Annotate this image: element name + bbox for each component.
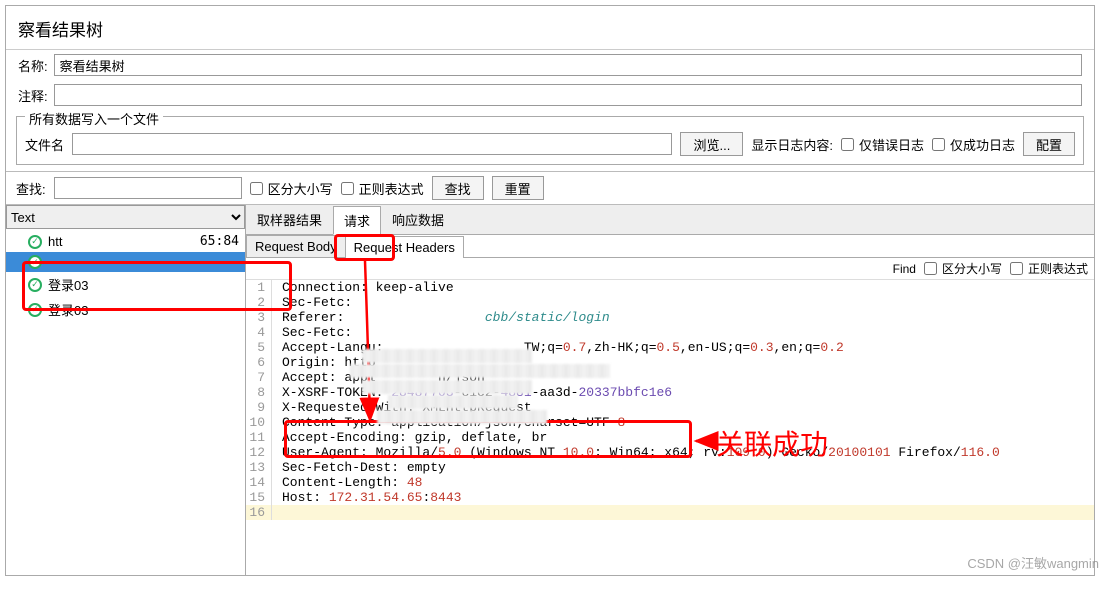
find-bar: Find 区分大小写 正则表达式 xyxy=(246,258,1094,280)
browse-button[interactable]: 浏览... xyxy=(680,132,743,156)
find-label: Find xyxy=(893,262,916,276)
search-case-checkbox[interactable]: 区分大小写 xyxy=(250,179,333,198)
subtab-request-body[interactable]: Request Body xyxy=(246,235,346,257)
header-line: 8X-XSRF-TOKEN: 28487703-c1c2-4881-aa3d-2… xyxy=(246,385,1094,400)
comment-label: 注释: xyxy=(18,86,48,105)
renderer-select[interactable]: Text xyxy=(6,205,245,229)
subtab-request-headers[interactable]: Request Headers xyxy=(345,236,464,258)
panel-title: 察看结果树 xyxy=(6,6,1094,50)
name-input[interactable] xyxy=(54,54,1082,76)
header-line: 12User-Agent: Mozilla/5.0 (Windows NT 10… xyxy=(246,445,1094,460)
header-line: 16 xyxy=(246,505,1094,520)
search-bar: 查找: 区分大小写 正则表达式 查找 重置 xyxy=(6,171,1094,205)
success-icon: ✓ xyxy=(28,235,42,249)
header-line: 4Sec-Fetc: xyxy=(246,325,1094,340)
fieldset-legend: 所有数据写入一个文件 xyxy=(25,112,163,127)
find-case-checkbox[interactable]: 区分大小写 xyxy=(924,260,1002,277)
search-input[interactable] xyxy=(54,177,242,199)
success-only-checkbox[interactable]: 仅成功日志 xyxy=(932,135,1015,154)
comment-input[interactable] xyxy=(54,84,1082,106)
reset-button[interactable]: 重置 xyxy=(492,176,544,200)
tab-sampler[interactable]: 取样器结果 xyxy=(246,205,333,234)
find-regex-checkbox[interactable]: 正则表达式 xyxy=(1010,260,1088,277)
sub-tabs: Request BodyRequest Headers xyxy=(246,235,1094,258)
header-line: 6Origin: http xyxy=(246,355,1094,370)
header-line: 14Content-Length: 48 xyxy=(246,475,1094,490)
header-line: 5Accept-Langu: TW;q=0.7,zh-HK;q=0.5,en-U… xyxy=(246,340,1094,355)
search-regex-checkbox[interactable]: 正则表达式 xyxy=(341,179,424,198)
tree-item[interactable]: ✓htt65:84 xyxy=(6,231,245,252)
configure-button[interactable]: 配置 xyxy=(1023,132,1075,156)
request-headers-view[interactable]: 1Connection: keep-alive2Sec-Fetc: 3Refer… xyxy=(246,280,1094,575)
success-icon: ✓ xyxy=(28,278,42,292)
header-line: 11Accept-Encoding: gzip, deflate, br xyxy=(246,430,1094,445)
header-line: 10Content-Type: application/json;charset… xyxy=(246,415,1094,430)
showlog-label: 显示日志内容: xyxy=(751,135,833,154)
main-tabs: 取样器结果请求响应数据 xyxy=(246,205,1094,235)
search-button[interactable]: 查找 xyxy=(432,176,484,200)
tree-item[interactable]: ✓ 登录03 xyxy=(6,297,245,322)
write-results-fieldset: 所有数据写入一个文件 文件名 浏览... 显示日志内容: 仅错误日志 仅成功日志… xyxy=(16,116,1084,165)
header-line: 1Connection: keep-alive xyxy=(246,280,1094,295)
header-line: 13Sec-Fetch-Dest: empty xyxy=(246,460,1094,475)
success-icon: ✓ xyxy=(28,255,42,269)
tree-item-label: htt xyxy=(48,234,62,249)
name-label: 名称: xyxy=(18,56,48,75)
tree-item[interactable]: ✓ 登录03 xyxy=(6,272,245,297)
filename-label: 文件名 xyxy=(25,135,64,154)
tab-request[interactable]: 请求 xyxy=(333,206,381,235)
header-line: 7Accept: appl n/json xyxy=(246,370,1094,385)
success-icon: ✓ xyxy=(28,303,42,317)
header-line: 2Sec-Fetc: xyxy=(246,295,1094,310)
tree-item-label: 登录03 xyxy=(48,275,88,294)
tree-item[interactable]: ✓ xyxy=(6,252,245,272)
header-line: 15Host: 172.31.54.65:8443 xyxy=(246,490,1094,505)
results-tree-panel: 察看结果树 名称: 注释: 所有数据写入一个文件 文件名 浏览... 显示日志内… xyxy=(5,5,1095,576)
tree-item-label: 登录03 xyxy=(48,300,88,319)
tab-response[interactable]: 响应数据 xyxy=(381,205,455,234)
errors-only-checkbox[interactable]: 仅错误日志 xyxy=(841,135,924,154)
header-line: 9X-Requested-With: XMLHttpRequest xyxy=(246,400,1094,415)
search-label: 查找: xyxy=(16,179,46,198)
results-tree[interactable]: ✓htt65:84✓✓登录03✓登录03 xyxy=(6,229,245,575)
header-line: 3Referer: cbb/static/login xyxy=(246,310,1094,325)
watermark: CSDN @汪敏wangmin xyxy=(967,553,1099,572)
filename-input[interactable] xyxy=(72,133,672,155)
